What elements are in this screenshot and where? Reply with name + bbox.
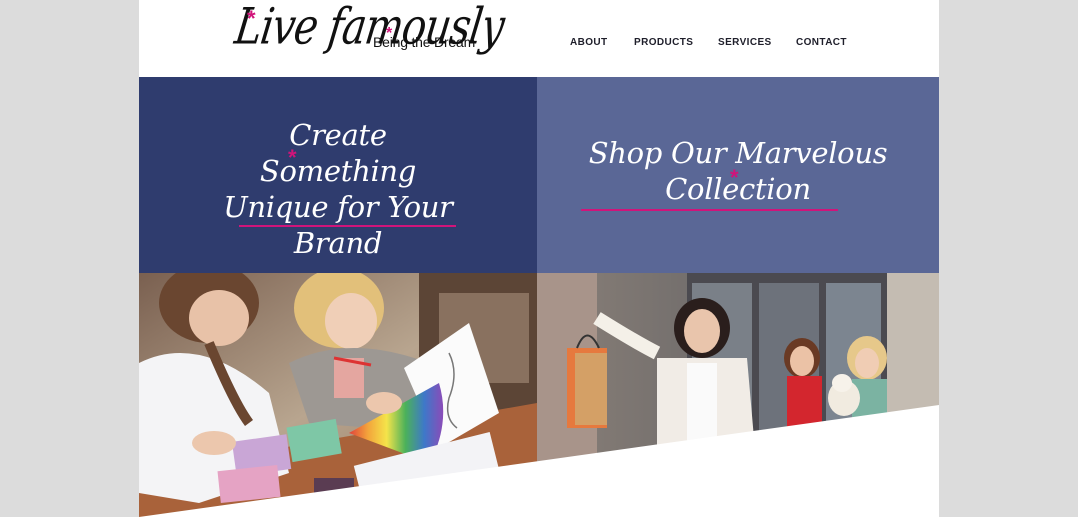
nav-products[interactable]: PRODUCTS	[634, 37, 693, 48]
panel-create-unique[interactable]: Create Something Unique for Your Brand *	[139, 77, 537, 273]
title-underline	[581, 209, 838, 211]
nav-services[interactable]: SERVICES	[718, 37, 772, 48]
nav-about[interactable]: ABOUT	[570, 37, 608, 48]
asterisk-icon: *	[730, 165, 739, 190]
site-header: Live famously * * Being the Dream ABOUT …	[139, 0, 939, 77]
designers-image	[139, 273, 537, 517]
asterisk-icon: *	[288, 145, 297, 170]
nav-contact[interactable]: CONTACT	[796, 37, 847, 48]
panel-left-title-line: Unique for Your	[223, 190, 453, 224]
panel-shop-collection[interactable]: Shop Our Marvelous Collection *	[537, 77, 939, 273]
page: Live famously * * Being the Dream ABOUT …	[139, 0, 939, 517]
panel-left-title-line: Brand	[293, 226, 383, 260]
panel-left-title: Create Something Unique for Your Brand	[209, 117, 467, 261]
logo-asterisk-icon: *	[247, 6, 256, 31]
panel-left-title-line: Create Something	[259, 118, 417, 188]
title-underline	[239, 225, 456, 227]
photo-designers[interactable]	[139, 273, 537, 517]
main-nav: ABOUT PRODUCTS SERVICES CONTACT	[139, 37, 939, 51]
photo-shopping[interactable]	[537, 273, 939, 517]
shopping-image	[537, 273, 939, 517]
